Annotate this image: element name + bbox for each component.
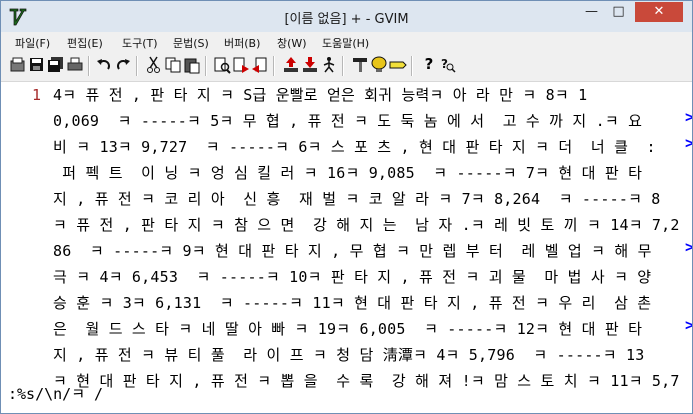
text-line: 지 , 퓨 전 ㅋ 코 리 아 신 흥 재 벌 ㅋ 코 알 라 ㅋ 7ㅋ 8,2…	[53, 190, 661, 208]
toolbar-separator	[273, 56, 275, 76]
wrap-marker: >	[685, 316, 692, 334]
menu-buffers[interactable]: 버퍼(B)	[224, 35, 260, 51]
wrap-marker: >	[685, 134, 692, 152]
menu-tools[interactable]: 도구(T)	[122, 35, 158, 51]
find-prev-icon[interactable]	[251, 55, 269, 75]
menu-file[interactable]: 파일(F)	[15, 35, 50, 51]
toolbar-separator	[136, 56, 138, 76]
text-line: 은 월 드 스 타 ㅋ 네 딸 아 빠 ㅋ 19ㅋ 6,005 ㅋ -----ㅋ…	[53, 320, 643, 338]
text-line: 극 ㅋ 4ㅋ 6,453 ㅋ -----ㅋ 10ㅋ 판 타 지 , 퓨 전 ㅋ …	[53, 268, 652, 286]
help-icon[interactable]: ?	[420, 55, 438, 75]
text-line: 86 ㅋ -----ㅋ 9ㅋ 현 대 판 타 지 , 무 협 ㅋ 만 렙 부 터…	[53, 242, 652, 260]
text-line: 4ㅋ 퓨 전 , 판 타 지 ㅋ S급 운빨로 얻은 회귀 능력ㅋ 아 라 만 …	[53, 86, 588, 104]
text-line: 지 , 퓨 전 ㅋ 뷰 티 풀 라 이 프 ㅋ 청 담 淸潭ㅋ 4ㅋ 5,796…	[53, 346, 645, 364]
toolbar-separator	[411, 56, 413, 76]
menu-edit[interactable]: 편집(E)	[67, 35, 103, 51]
find-help-icon[interactable]: ?	[439, 55, 457, 75]
text-line: ㅋ 퓨 전 , 판 타 지 ㅋ 참 으 면 강 해 지 는 남 자 .ㅋ 레 빗…	[53, 216, 680, 234]
minimize-button[interactable]: —	[578, 2, 605, 22]
paste-icon[interactable]	[183, 55, 201, 75]
editor-area[interactable]: 1 4ㅋ 퓨 전 , 판 타 지 ㅋ S급 운빨로 얻은 회귀 능력ㅋ 아 라 …	[1, 82, 692, 390]
line-number: 1	[32, 86, 42, 104]
undo-icon[interactable]	[95, 55, 113, 75]
run-script-icon[interactable]	[320, 55, 338, 75]
text-line: 퍼 펙 트 이 닝 ㅋ 엉 심 킬 러 ㅋ 16ㅋ 9,085 ㅋ -----ㅋ…	[53, 164, 643, 182]
redo-icon[interactable]	[114, 55, 132, 75]
print-icon[interactable]	[66, 55, 84, 75]
load-session-icon[interactable]	[282, 55, 300, 75]
save-all-icon[interactable]	[47, 55, 65, 75]
cut-icon[interactable]	[145, 55, 163, 75]
menu-syntax[interactable]: 문법(S)	[173, 35, 209, 51]
close-button[interactable]: ✕	[635, 2, 683, 22]
make-icon[interactable]	[351, 55, 369, 75]
command-line[interactable]: :%s/\n/ㅋ /	[8, 382, 103, 406]
text-line: ㅋ 현 대 판 타 지 , 퓨 전 ㅋ 뽑 을 수 록 강 해 져 !ㅋ 맘 스…	[53, 372, 680, 390]
menu-window[interactable]: 창(W)	[277, 35, 307, 51]
maximize-button[interactable]: □	[605, 2, 632, 22]
text-line: 비 ㅋ 13ㅋ 9,727 ㅋ -----ㅋ 6ㅋ 스 포 츠 , 현 대 판 …	[53, 138, 656, 156]
wrap-marker: >	[685, 238, 692, 256]
menu-bar: 파일(F) 편집(E) 도구(T) 문법(S) 버퍼(B) 창(W) 도움말(H…	[1, 32, 692, 51]
svg-text:?: ?	[441, 57, 448, 71]
copy-icon[interactable]	[164, 55, 182, 75]
save-session-icon[interactable]	[301, 55, 319, 75]
text-line: 0,069 ㅋ -----ㅋ 5ㅋ 무 협 , 퓨 전 ㅋ 도 둑 놈 에 서 …	[53, 112, 643, 130]
title-bar: [이름 없음] + - GVIM — □ ✕	[1, 1, 692, 32]
find-replace-icon[interactable]	[213, 55, 231, 75]
shell-icon[interactable]	[370, 55, 388, 75]
ctags-icon[interactable]	[389, 55, 407, 75]
save-icon[interactable]	[28, 55, 46, 75]
open-icon[interactable]	[9, 55, 27, 75]
find-next-icon[interactable]	[232, 55, 250, 75]
text-line: 승 훈 ㅋ 3ㅋ 6,131 ㅋ -----ㅋ 11ㅋ 현 대 판 타 지 , …	[53, 294, 652, 312]
toolbar: ? ?	[1, 51, 692, 82]
menu-help[interactable]: 도움말(H)	[322, 35, 369, 51]
toolbar-separator	[88, 56, 90, 76]
toolbar-separator	[205, 56, 207, 76]
gvim-window: [이름 없음] + - GVIM — □ ✕ 파일(F) 편집(E) 도구(T)…	[0, 0, 693, 414]
wrap-marker: >	[685, 108, 692, 126]
toolbar-separator	[342, 56, 344, 76]
